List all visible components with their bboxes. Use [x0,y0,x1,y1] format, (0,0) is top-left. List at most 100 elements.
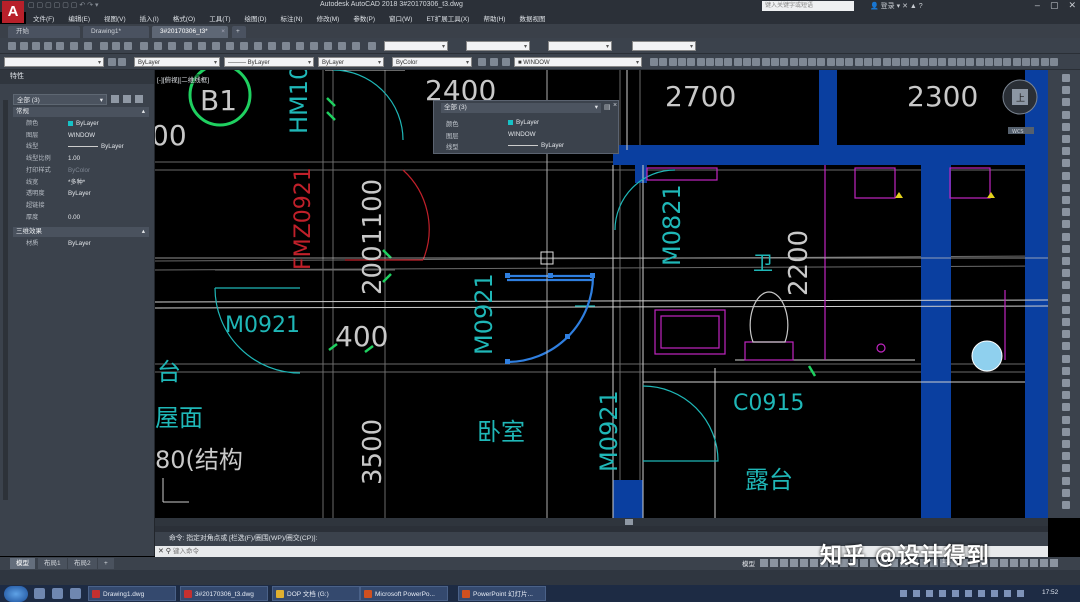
menu-item[interactable]: 格式(O) [166,13,202,23]
nav-tool-icon[interactable] [1062,257,1070,265]
layer-tool-icon[interactable] [490,58,498,66]
toolbar-tool-icon[interactable] [254,42,262,50]
draw-tool-icon[interactable] [919,58,928,66]
new-tab-button[interactable]: + [232,26,246,38]
toolbar-tool-icon[interactable] [100,42,108,50]
nav-tool-icon[interactable] [1062,488,1070,497]
quick-property-row[interactable]: 颜色 ByLayer [446,119,539,128]
draw-tool-icon[interactable] [687,58,696,66]
selection-combo[interactable]: 全部 (3) ▾ [13,94,107,105]
search-input[interactable]: 键入关键字或短语 [762,1,854,11]
nav-tool-icon[interactable] [1062,379,1070,387]
maximize-icon[interactable]: ▢ [1050,0,1059,11]
draw-tool-icon[interactable] [1012,58,1021,66]
draw-tool-icon[interactable] [696,58,705,66]
nav-tool-icon[interactable] [1062,427,1070,436]
draw-tool-icon[interactable] [910,58,919,66]
toolbar-tool-icon[interactable] [20,42,28,50]
toolbar-tool-icon[interactable] [168,42,176,50]
nav-tool-icon[interactable] [1062,403,1070,412]
menu-item[interactable]: 帮助(H) [476,13,512,23]
quick-property-row[interactable]: 图层 WINDOW [446,131,536,140]
nav-tool-icon[interactable] [1062,476,1070,485]
layer-tool-icon[interactable] [108,58,116,66]
taskbar-item[interactable]: Microsoft PowerPo... [360,586,448,601]
toolbar-tool-icon[interactable] [338,42,346,50]
menu-item[interactable]: 窗口(W) [382,13,419,23]
draw-tool-icon[interactable] [836,58,844,66]
status-toggle-icon[interactable] [1000,559,1008,567]
wcs-label[interactable]: WCS [1012,129,1024,135]
draw-tool-icon[interactable] [882,58,891,66]
draw-tool-icon[interactable] [994,58,1003,66]
nav-tool-icon[interactable] [1062,171,1070,180]
draw-tool-icon[interactable] [668,58,677,66]
application-menu-button[interactable]: A [2,1,24,23]
nav-tool-icon[interactable] [1062,183,1070,192]
status-toggle-icon[interactable] [760,559,768,567]
nav-tool-icon[interactable] [1062,74,1070,82]
toolbar-tool-icon[interactable] [154,42,162,50]
nav-tool-icon[interactable] [1062,366,1070,375]
draw-tool-icon[interactable] [715,58,724,66]
tray-icon[interactable] [926,590,933,597]
status-toggle-icon[interactable] [1010,559,1018,567]
tray-icon[interactable] [991,590,998,597]
draw-tool-icon[interactable] [891,58,900,66]
property-row[interactable]: 超链接 [13,200,149,212]
status-toggle-icon[interactable] [800,559,808,567]
minimize-icon[interactable]: – [1035,0,1040,11]
draw-tool-icon[interactable] [1049,58,1058,66]
property-row[interactable]: 线型比例 1.00 [13,153,149,165]
draw-tool-icon[interactable] [743,58,751,66]
tray-icon[interactable] [939,590,946,597]
nav-tool-icon[interactable] [1062,464,1070,473]
viewcube-label[interactable]: 上 [1016,93,1025,104]
nav-tool-icon[interactable] [1062,220,1070,229]
quick-select-icon[interactable] [135,95,143,103]
draw-tool-icon[interactable] [1031,58,1040,66]
draw-tool-icon[interactable] [659,58,668,66]
property-row[interactable]: 厚度 0.00 [13,212,149,224]
nav-tool-icon[interactable] [1062,440,1070,448]
toolbar-tool-icon[interactable] [296,42,304,50]
toolbar-tool-icon[interactable] [226,42,234,50]
draw-tool-icon[interactable] [808,58,817,66]
quick-launch-icon[interactable] [52,588,63,599]
nav-tool-icon[interactable] [1062,98,1070,107]
nav-tool-icon[interactable] [1062,244,1070,253]
nav-tool-icon[interactable] [1062,110,1070,119]
quick-launch-icon[interactable] [34,588,45,599]
close-icon[interactable]: ✕ [1068,0,1076,11]
status-toggle-icon[interactable] [1030,559,1038,567]
qp-customize-icon[interactable]: ▤ [604,103,611,111]
property-row[interactable]: 图层 WINDOW [13,130,149,142]
workspace-combo[interactable]: ▾ [4,57,104,67]
toolbar-tool-icon[interactable] [240,42,248,50]
quick-access-toolbar[interactable]: ▢ ▢ ▢ ▢ ▢ ▢ ↶ ↷ ▾ [28,1,99,9]
toggle-pickadd-icon[interactable] [111,95,119,103]
nav-tool-icon[interactable] [1062,305,1070,314]
tray-icon[interactable] [913,590,920,597]
toolbar-tool-icon[interactable] [8,42,16,50]
draw-tool-icon[interactable] [761,58,770,66]
taskbar-item[interactable]: 3#20170306_t3.dwg [180,586,268,601]
property-row[interactable]: 透明度 ByLayer [13,188,149,200]
toolbar-tool-icon[interactable] [56,42,64,50]
draw-tool-icon[interactable] [1040,58,1049,66]
taskbar-item[interactable]: DOP 文档 (G:) [272,586,360,601]
draw-tool-icon[interactable] [854,58,863,66]
mleader-style-combo[interactable]: ▾ [632,41,696,51]
tab-model[interactable]: 模型 [10,558,35,569]
section-general[interactable]: 常规 ▴ [13,107,149,117]
draw-tool-icon[interactable] [780,58,789,66]
draw-tool-icon[interactable] [650,58,658,66]
toolbar-tool-icon[interactable] [84,42,92,50]
toolbar-tool-icon[interactable] [282,42,290,50]
taskbar-item[interactable]: Drawing1.dwg [88,586,176,601]
tray-icon[interactable] [1004,590,1011,597]
draw-tool-icon[interactable] [826,58,835,66]
taskbar-item[interactable]: PowerPoint 幻灯片... [458,586,546,601]
horizontal-scrollbar[interactable] [155,518,1048,526]
toolbar-tool-icon[interactable] [368,42,376,50]
